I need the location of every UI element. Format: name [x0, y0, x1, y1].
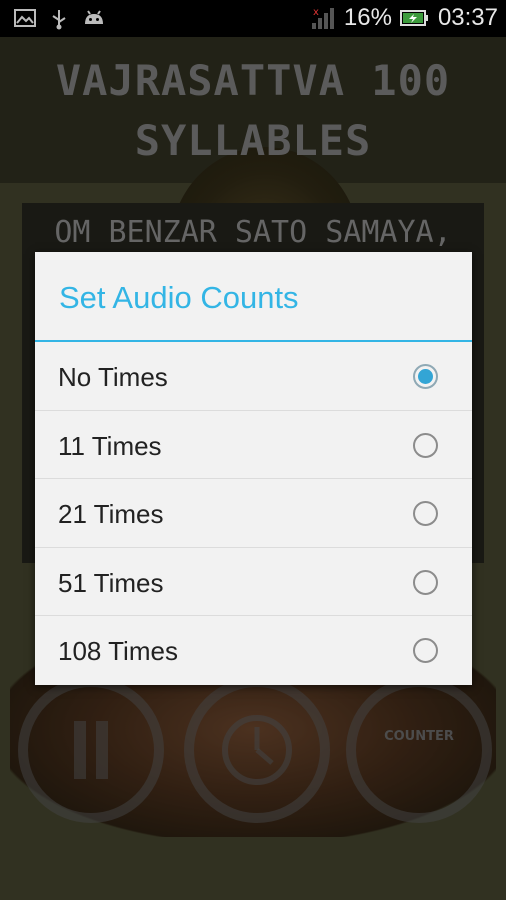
option-label: 11 Times	[58, 430, 162, 461]
option-label: 51 Times	[58, 567, 164, 598]
usb-icon	[48, 8, 70, 30]
radio-selected-icon[interactable]	[413, 364, 438, 389]
radio-unselected-icon[interactable]	[413, 569, 438, 595]
option-11-times[interactable]: 11 Times	[35, 411, 472, 479]
android-icon	[82, 8, 104, 28]
gallery-icon	[14, 8, 36, 28]
option-label: 21 Times	[58, 499, 164, 529]
dialog-title: Set Audio Counts	[59, 280, 299, 315]
clock: 03:37	[437, 4, 498, 31]
status-bar: x 16% 03:37	[0, 0, 506, 37]
option-list: No Times 11 Times 21 Times 51 Times 108 …	[35, 342, 472, 685]
option-21-times[interactable]: 21 Times	[35, 479, 472, 548]
battery-percent: 16%	[343, 4, 392, 31]
radio-unselected-icon[interactable]	[413, 432, 438, 458]
status-right: x 16% 03:37	[310, 4, 498, 32]
radio-unselected-icon[interactable]	[413, 638, 438, 663]
svg-text:x: x	[313, 7, 319, 18]
status-left-icons	[14, 8, 104, 30]
radio-unselected-icon[interactable]	[413, 501, 438, 526]
signal-icon: x	[310, 5, 336, 31]
option-label: 108 Times	[58, 636, 178, 666]
audio-counts-dialog: Set Audio Counts No Times 11 Times 21 Ti…	[35, 252, 472, 685]
option-label: No Times	[58, 362, 168, 392]
option-108-times[interactable]: 108 Times	[35, 616, 472, 685]
option-no-times[interactable]: No Times	[35, 342, 472, 411]
battery-icon	[399, 8, 430, 28]
option-51-times[interactable]: 51 Times	[35, 548, 472, 616]
